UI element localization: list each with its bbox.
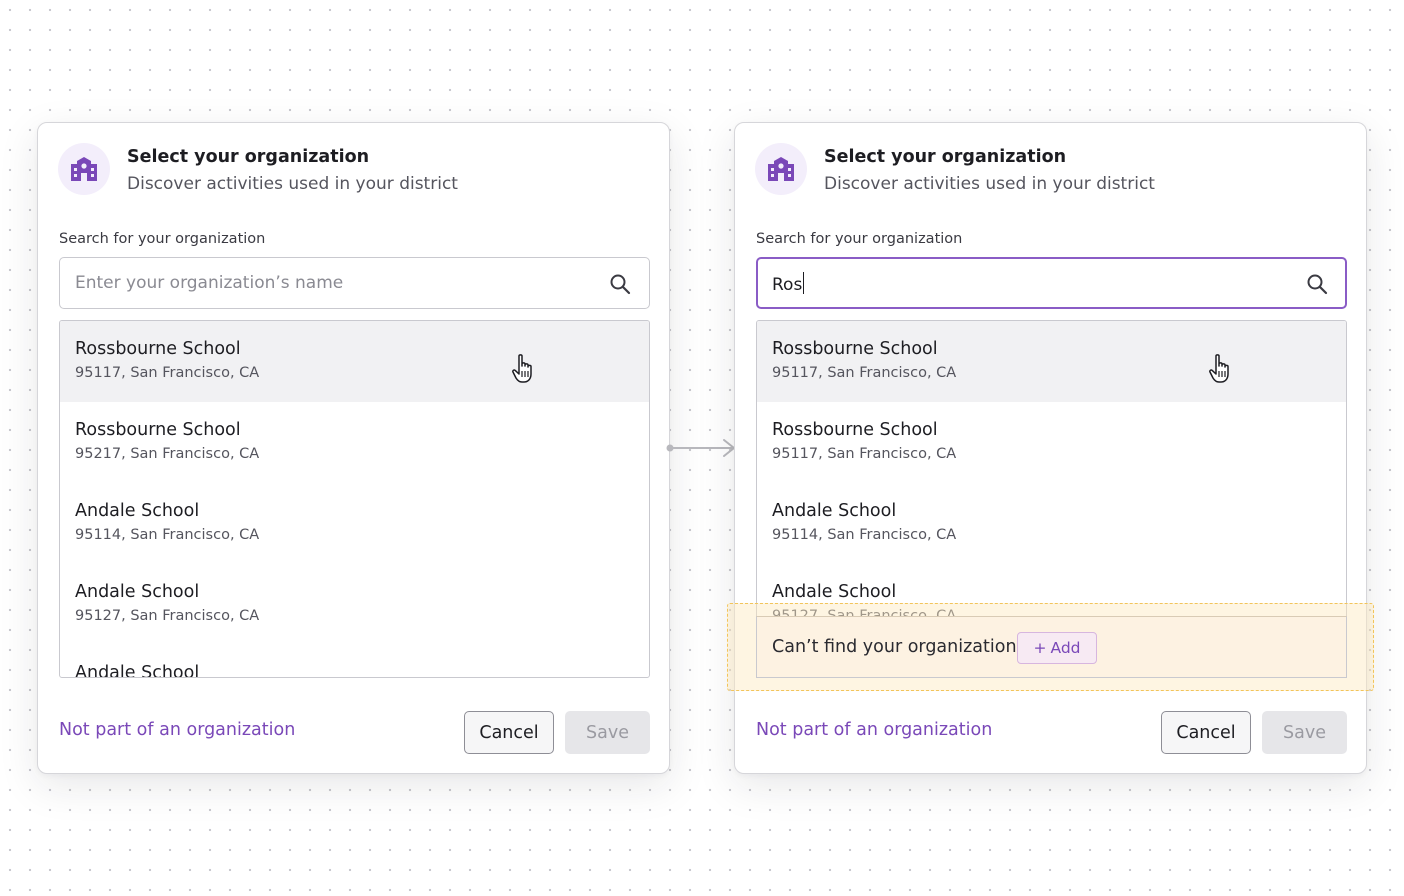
search-input[interactable]: Ros xyxy=(772,272,805,295)
search-input[interactable] xyxy=(75,258,595,308)
list-item[interactable]: Andale School 95127, San Francisco, CA xyxy=(60,564,649,645)
item-name: Rossbourne School xyxy=(75,420,241,440)
search-field[interactable] xyxy=(59,257,650,309)
dialog-subtitle: Discover activities used in your distric… xyxy=(824,174,1155,194)
school-building-icon xyxy=(755,143,807,195)
search-icon[interactable] xyxy=(609,273,631,295)
dialog-title: Select your organization xyxy=(824,147,1067,167)
save-button[interactable]: Save xyxy=(565,711,650,754)
search-label: Search for your organization xyxy=(59,231,266,247)
item-address: 95117, San Francisco, CA xyxy=(75,365,260,381)
list-item[interactable]: Andale School xyxy=(60,645,649,678)
list-item[interactable]: Rossbourne School 95117, San Francisco, … xyxy=(757,321,1346,402)
item-address: 95117, San Francisco, CA xyxy=(772,446,957,462)
add-label: Add xyxy=(1050,639,1081,657)
search-icon[interactable] xyxy=(1306,273,1328,295)
item-name: Andale School xyxy=(75,663,200,678)
not-part-of-organization-link[interactable]: Not part of an organization xyxy=(756,720,992,740)
item-address: 95114, San Francisco, CA xyxy=(772,527,957,543)
plus-icon: + xyxy=(1033,639,1047,657)
list-item[interactable]: Andale School 95114, San Francisco, CA xyxy=(60,483,649,564)
text-caret xyxy=(803,272,805,294)
item-name: Rossbourne School xyxy=(75,339,241,359)
item-address: 95217, San Francisco, CA xyxy=(75,446,260,462)
item-address: 95114, San Francisco, CA xyxy=(75,527,260,543)
cancel-button[interactable]: Cancel xyxy=(464,711,554,754)
school-building-icon xyxy=(58,143,110,195)
dialog-subtitle: Discover activities used in your distric… xyxy=(127,174,458,194)
dialog-title: Select your organization xyxy=(127,147,370,167)
cant-find-highlight: Can’t find your organization + Add xyxy=(727,603,1374,691)
list-item[interactable]: Rossbourne School 95217, San Francisco, … xyxy=(60,402,649,483)
item-name: Andale School xyxy=(772,582,897,602)
hand-pointer-icon xyxy=(512,354,532,383)
list-item[interactable]: Rossbourne School 95117, San Francisco, … xyxy=(757,402,1346,483)
item-address: 95127, San Francisco, CA xyxy=(75,608,260,624)
arrow-right-icon xyxy=(666,439,735,457)
item-name: Andale School xyxy=(772,501,897,521)
not-part-of-organization-link[interactable]: Not part of an organization xyxy=(59,720,295,740)
add-organization-button[interactable]: + Add xyxy=(1017,632,1097,664)
item-address: 95117, San Francisco, CA xyxy=(772,365,957,381)
list-item[interactable]: Andale School 95114, San Francisco, CA xyxy=(757,483,1346,564)
org-select-dialog-default: Select your organization Discover activi… xyxy=(37,122,670,774)
item-name: Andale School xyxy=(75,501,200,521)
cancel-button[interactable]: Cancel xyxy=(1161,711,1251,754)
save-button[interactable]: Save xyxy=(1262,711,1347,754)
search-field[interactable]: Ros xyxy=(756,257,1347,309)
cant-find-text: Can’t find your organization xyxy=(772,637,1017,657)
item-name: Rossbourne School xyxy=(772,339,938,359)
hand-pointer-icon xyxy=(1209,354,1229,383)
item-name: Rossbourne School xyxy=(772,420,938,440)
item-name: Andale School xyxy=(75,582,200,602)
cant-find-bar: Can’t find your organization + Add xyxy=(756,616,1347,678)
search-label: Search for your organization xyxy=(756,231,963,247)
organization-results-list[interactable]: Rossbourne School 95117, San Francisco, … xyxy=(59,320,650,678)
list-item[interactable]: Rossbourne School 95117, San Francisco, … xyxy=(60,321,649,402)
